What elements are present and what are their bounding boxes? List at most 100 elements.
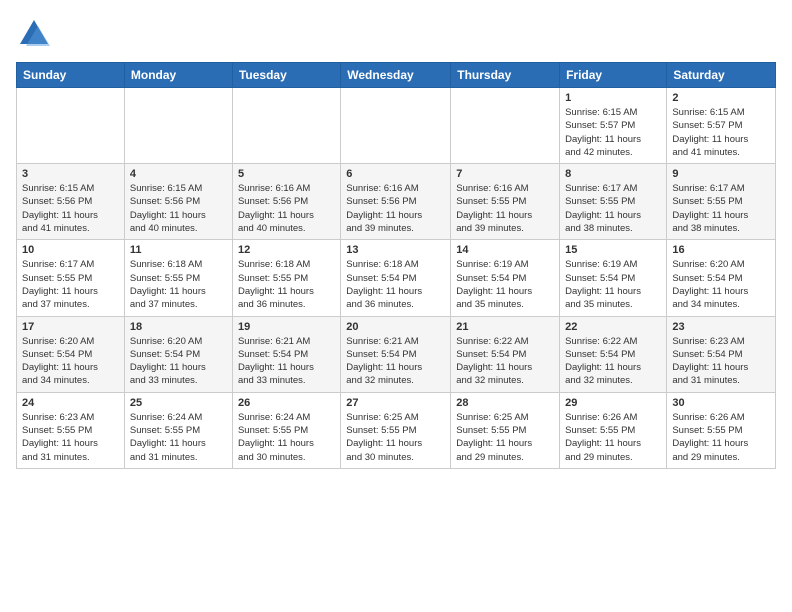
day-info: Sunrise: 6:25 AM Sunset: 5:55 PM Dayligh… [346,411,445,464]
day-number: 16 [672,244,770,256]
calendar-cell [232,88,340,164]
calendar-header-row: SundayMondayTuesdayWednesdayThursdayFrid… [17,63,776,88]
day-info: Sunrise: 6:26 AM Sunset: 5:55 PM Dayligh… [565,411,661,464]
day-number: 14 [456,244,554,256]
logo [16,16,58,52]
day-number: 2 [672,92,770,104]
logo-icon [16,16,52,52]
calendar-cell: 3 Sunrise: 6:15 AM Sunset: 5:56 PM Daylig… [17,164,125,240]
day-number: 13 [346,244,445,256]
day-number: 9 [672,168,770,180]
day-number: 17 [22,321,119,333]
day-info: Sunrise: 6:18 AM Sunset: 5:55 PM Dayligh… [130,258,227,311]
calendar-cell: 14 Sunrise: 6:19 AM Sunset: 5:54 PM Dayli… [451,240,560,316]
day-number: 6 [346,168,445,180]
day-info: Sunrise: 6:24 AM Sunset: 5:55 PM Dayligh… [130,411,227,464]
calendar-cell [341,88,451,164]
calendar-week-4: 17 Sunrise: 6:20 AM Sunset: 5:54 PM Dayli… [17,316,776,392]
calendar-table: SundayMondayTuesdayWednesdayThursdayFrid… [16,62,776,469]
day-info: Sunrise: 6:24 AM Sunset: 5:55 PM Dayligh… [238,411,335,464]
day-info: Sunrise: 6:15 AM Sunset: 5:57 PM Dayligh… [672,106,770,159]
day-number: 1 [565,92,661,104]
calendar-cell [17,88,125,164]
day-number: 11 [130,244,227,256]
day-number: 15 [565,244,661,256]
page-header [16,16,776,52]
calendar-cell: 8Sunrise: 6:17 AM Sunset: 5:55 PM Daylig… [560,164,667,240]
day-info: Sunrise: 6:15 AM Sunset: 5:56 PM Dayligh… [22,182,119,235]
calendar-cell: 30 Sunrise: 6:26 AM Sunset: 5:55 PM Dayli… [667,392,776,468]
day-number: 8 [565,168,661,180]
calendar-cell: 6 Sunrise: 6:16 AM Sunset: 5:56 PM Daylig… [341,164,451,240]
calendar-cell: 17 Sunrise: 6:20 AM Sunset: 5:54 PM Dayli… [17,316,125,392]
day-number: 3 [22,168,119,180]
day-number: 19 [238,321,335,333]
col-header-sunday: Sunday [17,63,125,88]
day-info: Sunrise: 6:21 AM Sunset: 5:54 PM Dayligh… [346,335,445,388]
day-number: 12 [238,244,335,256]
day-info: Sunrise: 6:25 AM Sunset: 5:55 PM Dayligh… [456,411,554,464]
day-number: 27 [346,397,445,409]
day-number: 23 [672,321,770,333]
day-number: 29 [565,397,661,409]
day-info: Sunrise: 6:19 AM Sunset: 5:54 PM Dayligh… [456,258,554,311]
calendar-cell: 21Sunrise: 6:22 AM Sunset: 5:54 PM Dayli… [451,316,560,392]
col-header-thursday: Thursday [451,63,560,88]
col-header-friday: Friday [560,63,667,88]
day-info: Sunrise: 6:21 AM Sunset: 5:54 PM Dayligh… [238,335,335,388]
calendar-week-5: 24 Sunrise: 6:23 AM Sunset: 5:55 PM Dayli… [17,392,776,468]
day-info: Sunrise: 6:26 AM Sunset: 5:55 PM Dayligh… [672,411,770,464]
calendar-cell: 15 Sunrise: 6:19 AM Sunset: 5:54 PM Dayli… [560,240,667,316]
day-number: 7 [456,168,554,180]
calendar-cell [124,88,232,164]
calendar-cell [451,88,560,164]
day-number: 24 [22,397,119,409]
day-info: Sunrise: 6:20 AM Sunset: 5:54 PM Dayligh… [672,258,770,311]
calendar-cell: 9 Sunrise: 6:17 AM Sunset: 5:55 PM Daylig… [667,164,776,240]
calendar-cell: 19 Sunrise: 6:21 AM Sunset: 5:54 PM Dayli… [232,316,340,392]
calendar-cell: 29 Sunrise: 6:26 AM Sunset: 5:55 PM Dayli… [560,392,667,468]
calendar-week-2: 3 Sunrise: 6:15 AM Sunset: 5:56 PM Daylig… [17,164,776,240]
col-header-saturday: Saturday [667,63,776,88]
calendar-cell: 7 Sunrise: 6:16 AM Sunset: 5:55 PM Daylig… [451,164,560,240]
calendar-cell: 1 Sunrise: 6:15 AM Sunset: 5:57 PM Daylig… [560,88,667,164]
calendar-cell: 28Sunrise: 6:25 AM Sunset: 5:55 PM Dayli… [451,392,560,468]
calendar-cell: 18Sunrise: 6:20 AM Sunset: 5:54 PM Dayli… [124,316,232,392]
day-info: Sunrise: 6:15 AM Sunset: 5:56 PM Dayligh… [130,182,227,235]
day-number: 30 [672,397,770,409]
day-info: Sunrise: 6:16 AM Sunset: 5:55 PM Dayligh… [456,182,554,235]
day-number: 22 [565,321,661,333]
day-info: Sunrise: 6:22 AM Sunset: 5:54 PM Dayligh… [565,335,661,388]
calendar-cell: 27 Sunrise: 6:25 AM Sunset: 5:55 PM Dayli… [341,392,451,468]
calendar-cell: 20 Sunrise: 6:21 AM Sunset: 5:54 PM Dayli… [341,316,451,392]
calendar-cell: 22 Sunrise: 6:22 AM Sunset: 5:54 PM Dayli… [560,316,667,392]
day-info: Sunrise: 6:18 AM Sunset: 5:55 PM Dayligh… [238,258,335,311]
day-number: 20 [346,321,445,333]
col-header-tuesday: Tuesday [232,63,340,88]
day-info: Sunrise: 6:17 AM Sunset: 5:55 PM Dayligh… [672,182,770,235]
calendar-cell: 10 Sunrise: 6:17 AM Sunset: 5:55 PM Dayli… [17,240,125,316]
day-info: Sunrise: 6:18 AM Sunset: 5:54 PM Dayligh… [346,258,445,311]
day-info: Sunrise: 6:23 AM Sunset: 5:55 PM Dayligh… [22,411,119,464]
calendar-cell: 5Sunrise: 6:16 AM Sunset: 5:56 PM Daylig… [232,164,340,240]
calendar-cell: 13 Sunrise: 6:18 AM Sunset: 5:54 PM Dayli… [341,240,451,316]
calendar-cell: 23 Sunrise: 6:23 AM Sunset: 5:54 PM Dayli… [667,316,776,392]
calendar-cell: 12 Sunrise: 6:18 AM Sunset: 5:55 PM Dayli… [232,240,340,316]
day-info: Sunrise: 6:17 AM Sunset: 5:55 PM Dayligh… [22,258,119,311]
calendar-cell: 24 Sunrise: 6:23 AM Sunset: 5:55 PM Dayli… [17,392,125,468]
day-info: Sunrise: 6:16 AM Sunset: 5:56 PM Dayligh… [346,182,445,235]
day-info: Sunrise: 6:16 AM Sunset: 5:56 PM Dayligh… [238,182,335,235]
day-number: 26 [238,397,335,409]
day-number: 25 [130,397,227,409]
day-info: Sunrise: 6:23 AM Sunset: 5:54 PM Dayligh… [672,335,770,388]
calendar-week-3: 10 Sunrise: 6:17 AM Sunset: 5:55 PM Dayli… [17,240,776,316]
calendar-cell: 11 Sunrise: 6:18 AM Sunset: 5:55 PM Dayli… [124,240,232,316]
day-info: Sunrise: 6:20 AM Sunset: 5:54 PM Dayligh… [22,335,119,388]
col-header-wednesday: Wednesday [341,63,451,88]
day-info: Sunrise: 6:19 AM Sunset: 5:54 PM Dayligh… [565,258,661,311]
day-number: 10 [22,244,119,256]
day-number: 4 [130,168,227,180]
day-info: Sunrise: 6:15 AM Sunset: 5:57 PM Dayligh… [565,106,661,159]
calendar-cell: 25 Sunrise: 6:24 AM Sunset: 5:55 PM Dayli… [124,392,232,468]
day-info: Sunrise: 6:22 AM Sunset: 5:54 PM Dayligh… [456,335,554,388]
